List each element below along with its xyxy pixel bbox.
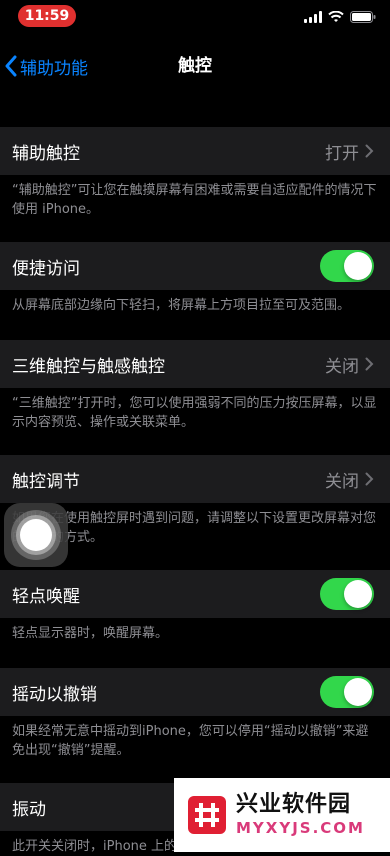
assistive-touch-ring: [16, 515, 56, 555]
watermark-text: 兴业软件园 MYXYJS.COM: [236, 792, 365, 838]
assistive-touch-button[interactable]: [4, 503, 68, 567]
row-label: 摇动以撤销: [12, 684, 97, 705]
assistive-touch-core: [20, 519, 52, 551]
footer-tap-to-wake: 轻点显示器时，唤醒屏幕。: [12, 626, 169, 641]
row-label: 轻点唤醒: [12, 586, 80, 607]
row-label: 三维触控与触感触控: [12, 356, 165, 377]
row-reachability: 便捷访问: [0, 242, 390, 290]
chevron-right-icon: [365, 144, 374, 158]
row-value: 打开: [325, 143, 359, 164]
row-shake-to-undo: 摇动以撤销: [0, 668, 390, 716]
footer-assistive-touch: “辅助触控”可让您在触摸屏幕有困难或需要自适应配件的情况下使用 iPhone。: [12, 183, 377, 217]
status-icons: [304, 10, 376, 24]
footer-reachability: 从屏幕底部边缘向下轻扫，将屏幕上方项目拉至可及范围。: [12, 298, 351, 313]
battery-icon: [350, 11, 376, 23]
status-time[interactable]: 11:59: [18, 5, 76, 27]
row-touch-accommodations[interactable]: 触控调节 关闭: [0, 455, 390, 503]
status-bar: 11:59: [0, 0, 390, 34]
row-value: 关闭: [325, 471, 359, 492]
chevron-left-icon: [5, 55, 17, 77]
row-3d-touch[interactable]: 三维触控与触感触控 关闭: [0, 340, 390, 388]
back-label: 辅助功能: [20, 58, 88, 79]
watermark-en: MYXYJS.COM: [236, 819, 365, 837]
row-label: 辅助触控: [12, 143, 80, 164]
wifi-icon: [328, 11, 344, 22]
assistive-touch-ring: [11, 510, 61, 560]
shake-to-undo-toggle[interactable]: [320, 676, 374, 708]
nav-bar: 辅助功能 触控: [0, 44, 390, 88]
chevron-right-icon: [365, 357, 374, 371]
row-label: 触控调节: [12, 471, 80, 492]
signal-icon: [304, 11, 322, 23]
footer-3d-touch: “三维触控”打开时，您可以使用强弱不同的压力按压屏幕，以显示内容预览、操作或关联…: [12, 396, 377, 430]
row-tap-to-wake: 轻点唤醒: [0, 570, 390, 618]
tap-to-wake-toggle[interactable]: [320, 578, 374, 610]
chevron-right-icon: [365, 472, 374, 486]
row-value: 关闭: [325, 356, 359, 377]
reachability-toggle[interactable]: [320, 250, 374, 282]
back-button[interactable]: 辅助功能: [4, 44, 88, 88]
row-assistive-touch[interactable]: 辅助触控 打开: [0, 127, 390, 175]
watermark: 兴业软件园 MYXYJS.COM: [174, 778, 390, 852]
watermark-cn: 兴业软件园: [236, 792, 352, 817]
watermark-logo-icon: [188, 796, 226, 834]
row-label: 便捷访问: [12, 258, 80, 279]
footer-shake-to-undo: 如果经常无意中摇动到iPhone，您可以停用“摇动以撤销”来避免出现“撤销”提醒…: [12, 724, 369, 758]
